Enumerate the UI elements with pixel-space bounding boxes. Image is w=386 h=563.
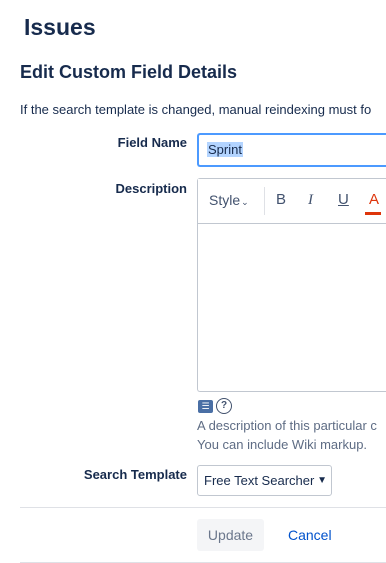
search-template-select[interactable]: Free Text Searcher ▼: [197, 465, 332, 496]
description-label: Description: [115, 181, 187, 196]
chevron-down-icon: ▼: [317, 475, 327, 486]
reindex-notice: If the search template is changed, manua…: [20, 102, 372, 117]
field-name-input[interactable]: Sprint: [197, 133, 386, 167]
style-label: Style: [209, 192, 241, 208]
search-template-label: Search Template: [83, 467, 187, 482]
editor-toolbar: Style⌄ B I U A: [198, 179, 386, 224]
description-editor[interactable]: Style⌄ B I U A: [197, 178, 386, 392]
form-title: Edit Custom Field Details: [20, 62, 238, 82]
style-dropdown[interactable]: Style⌄: [209, 191, 249, 211]
cancel-link[interactable]: Cancel: [288, 519, 332, 551]
divider: [20, 507, 386, 508]
description-help-text: A description of this particular c: [197, 418, 377, 433]
bold-button[interactable]: B: [276, 191, 286, 209]
field-name-label: Field Name: [117, 135, 187, 150]
toolbar-divider: [264, 187, 265, 215]
underline-button[interactable]: U: [338, 191, 349, 209]
wiki-markup-help-text: You can include Wiki markup.: [197, 437, 368, 452]
field-name-value: Sprint: [207, 142, 243, 157]
update-button[interactable]: Update: [197, 519, 264, 551]
page-title: Issues: [24, 14, 96, 40]
help-icon[interactable]: ?: [216, 398, 232, 414]
chevron-down-icon: ⌄: [241, 197, 249, 207]
search-template-value: Free Text Searcher: [204, 473, 315, 488]
wiki-markup-icon[interactable]: ☰: [198, 400, 213, 413]
italic-button[interactable]: I: [308, 191, 313, 209]
text-color-indicator: [365, 212, 381, 215]
text-color-button[interactable]: A: [369, 191, 379, 209]
description-textarea[interactable]: [198, 224, 386, 391]
